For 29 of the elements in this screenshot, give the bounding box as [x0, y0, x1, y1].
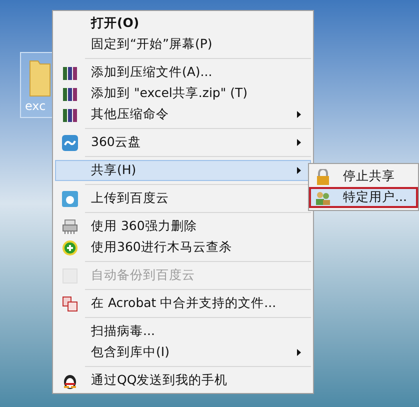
caret-icon	[297, 139, 301, 146]
penguin-icon	[62, 372, 78, 388]
menu-item[interactable]: 固定到“开始”屏幕(P)	[55, 34, 311, 55]
books-icon	[62, 86, 78, 102]
caret-icon	[297, 111, 301, 118]
menu-item[interactable]: 打开(O)	[55, 13, 311, 34]
printer-icon	[62, 218, 78, 234]
file-label: exc	[25, 100, 46, 112]
cloud-upload-icon	[62, 190, 78, 206]
books-icon	[62, 106, 78, 122]
lock-icon	[316, 168, 330, 184]
menu-item[interactable]: 使用 360强力删除	[55, 216, 311, 237]
menu-item[interactable]: 扫描病毒...	[55, 321, 311, 342]
users-icon	[315, 190, 331, 204]
plus-icon	[62, 240, 78, 256]
menu-item[interactable]: 停止共享	[309, 166, 418, 187]
documents-icon	[62, 296, 78, 312]
menu-item[interactable]: 在 Acrobat 中合并支持的文件...	[55, 293, 311, 314]
menu-item[interactable]: 使用360进行木马云查杀	[55, 237, 311, 258]
menu-item[interactable]: 包含到库中(I)	[55, 342, 311, 363]
cloud-icon	[62, 134, 78, 150]
menu-item[interactable]: 360云盘	[55, 132, 311, 153]
caret-icon	[297, 349, 301, 356]
menu-item[interactable]: 共享(H)	[55, 160, 311, 181]
menu-item[interactable]: 特定用户...	[309, 187, 418, 208]
books-icon	[62, 64, 78, 80]
menu-item[interactable]: 上传到百度云	[55, 188, 311, 209]
caret-icon	[297, 167, 301, 174]
menu-item[interactable]: 通过QQ发送到我的手机	[55, 370, 311, 391]
